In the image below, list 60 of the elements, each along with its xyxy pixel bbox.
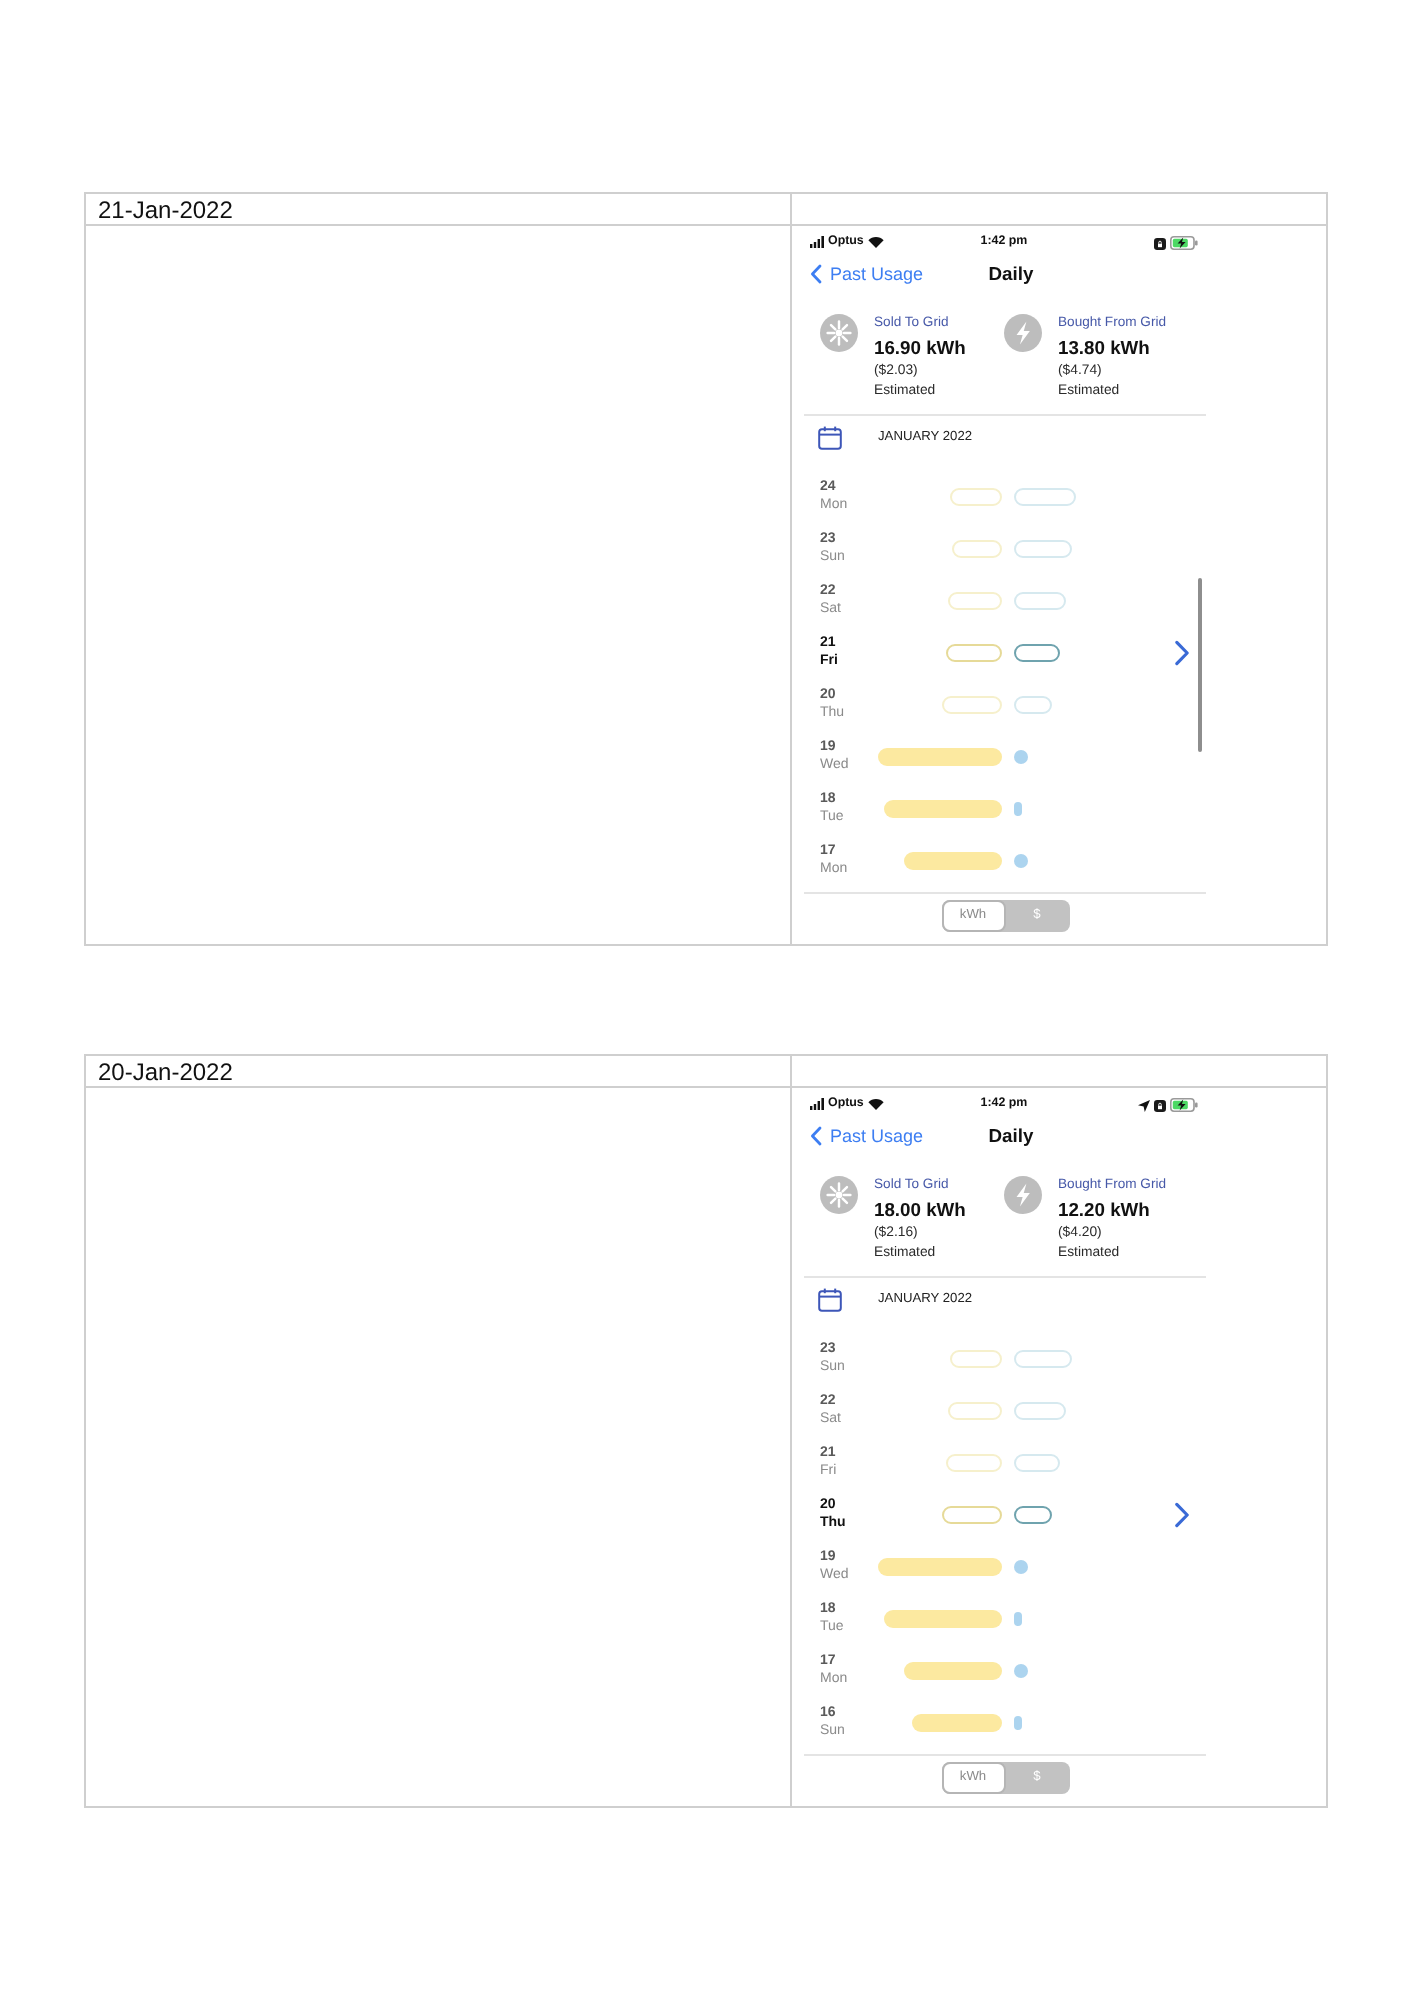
sold-bar (884, 799, 1002, 817)
sold-bar (950, 487, 1002, 505)
sold-bar (904, 851, 1002, 869)
date-label: 21-Jan-2022 (98, 193, 233, 225)
sold-bar (878, 747, 1002, 765)
bought-bar (1014, 801, 1022, 815)
sold-bar (946, 643, 1002, 661)
bought-bar (1014, 749, 1028, 763)
bought-bar (1014, 1453, 1060, 1471)
wifi-icon (867, 236, 884, 248)
bought-bar (1014, 695, 1052, 713)
lock-icon (1154, 237, 1166, 249)
bought-bar (1014, 1401, 1066, 1419)
bought-bar (1014, 1505, 1052, 1523)
sold-bar (950, 1349, 1002, 1367)
chevron-right-icon[interactable] (1174, 1501, 1190, 1527)
signal-icon (810, 236, 824, 248)
bought-bar (1014, 1715, 1022, 1729)
energy-amount: 13.80 kWh (1058, 334, 1152, 362)
battery-icon (1170, 1098, 1198, 1112)
sold-bar (942, 1505, 1002, 1523)
energy-amount: 16.90 kWh (874, 334, 966, 362)
lightning-icon (1004, 1176, 1042, 1214)
sold-bar (884, 1609, 1002, 1627)
screen-title: Daily (988, 1124, 1034, 1148)
signal-icon (810, 1098, 824, 1110)
bought-bar (1014, 487, 1076, 505)
sold-bar (904, 1661, 1002, 1679)
battery-icon (1170, 236, 1198, 250)
calendar-icon[interactable] (818, 425, 842, 449)
energy-amount: 12.20 kWh (1058, 1196, 1152, 1224)
sold-bar (946, 1453, 1002, 1471)
energy-amount: 18.00 kWh (874, 1196, 966, 1224)
date-label: 20-Jan-2022 (98, 1055, 233, 1087)
sold-bar (948, 1401, 1002, 1419)
sunburst-icon (820, 314, 858, 352)
bought-bar (1014, 1349, 1072, 1367)
back-button[interactable]: Past Usage (810, 1124, 924, 1148)
sunburst-icon (820, 1176, 858, 1214)
wifi-icon (867, 1098, 884, 1110)
chevron-right-icon[interactable] (1174, 639, 1190, 665)
bought-bar (1014, 1611, 1022, 1625)
bought-bar (1014, 1663, 1028, 1677)
bought-bar (1014, 539, 1072, 557)
sold-bar (942, 695, 1002, 713)
bought-bar (1014, 1559, 1028, 1573)
chevron-left-icon (810, 1126, 822, 1146)
bought-bar (1014, 591, 1066, 609)
calendar-icon[interactable] (818, 1287, 842, 1311)
lock-icon (1154, 1099, 1166, 1111)
sold-bar (878, 1557, 1002, 1575)
sold-bar (912, 1713, 1002, 1731)
screen-title: Daily (988, 262, 1034, 286)
bought-bar (1014, 853, 1028, 867)
lightning-icon (1004, 314, 1042, 352)
sold-bar (952, 539, 1002, 557)
back-button[interactable]: Past Usage (810, 262, 924, 286)
bought-bar (1014, 643, 1060, 661)
chevron-left-icon (810, 264, 822, 284)
sold-bar (948, 591, 1002, 609)
